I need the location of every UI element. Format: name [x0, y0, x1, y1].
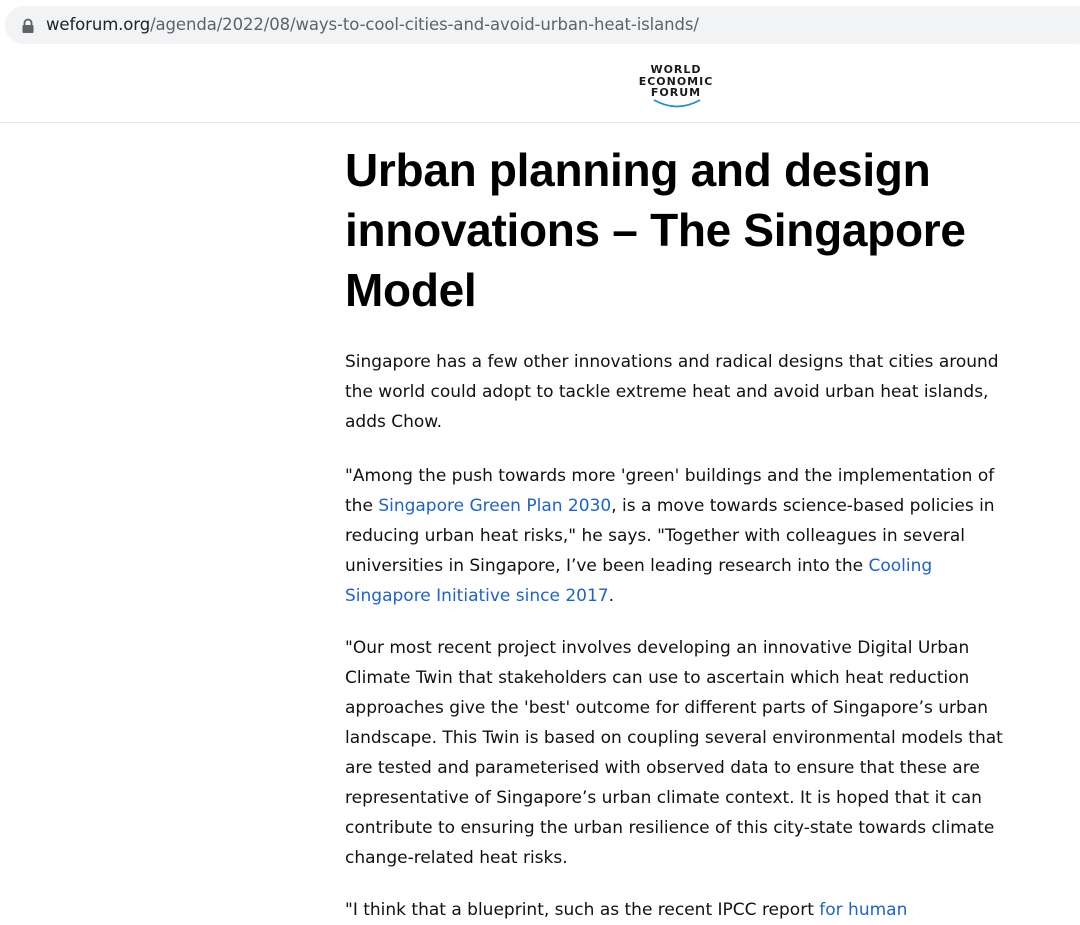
- paragraph-digital-twin: "Our most recent project involves develo…: [345, 638, 1003, 868]
- article-body: Urban planning and design innovations – …: [345, 140, 1025, 920]
- lock-icon[interactable]: [21, 18, 35, 34]
- article-title: Urban planning and design innovations – …: [345, 144, 966, 316]
- logo-line-world: WORLD: [650, 63, 702, 76]
- link-for-human[interactable]: for human: [819, 900, 907, 920]
- wef-logo[interactable]: WORLD ECONOMIC FORUM: [628, 64, 724, 114]
- paragraph-intro: Singapore has a few other innovations an…: [345, 352, 999, 432]
- browser-address-bar: weforum.org/agenda/2022/08/ways-to-cool-…: [0, 0, 1080, 52]
- url-text[interactable]: weforum.org/agenda/2022/08/ways-to-cool-…: [46, 15, 699, 35]
- url-host: weforum.org: [46, 15, 151, 34]
- paragraph-green-plan: "Among the push towards more 'green' bui…: [345, 461, 1015, 611]
- link-singapore-green-plan[interactable]: Singapore Green Plan 2030: [378, 496, 611, 516]
- url-path: /agenda/2022/08/ways-to-cool-cities-and-…: [150, 15, 699, 34]
- url-field[interactable]: weforum.org/agenda/2022/08/ways-to-cool-…: [5, 6, 1080, 44]
- logo-arc-icon: [653, 99, 701, 108]
- site-header: WORLD ECONOMIC FORUM: [0, 52, 1080, 123]
- p4-text-before: "I think that a blueprint, such as the r…: [345, 900, 820, 920]
- p2-text-after: .: [608, 586, 615, 606]
